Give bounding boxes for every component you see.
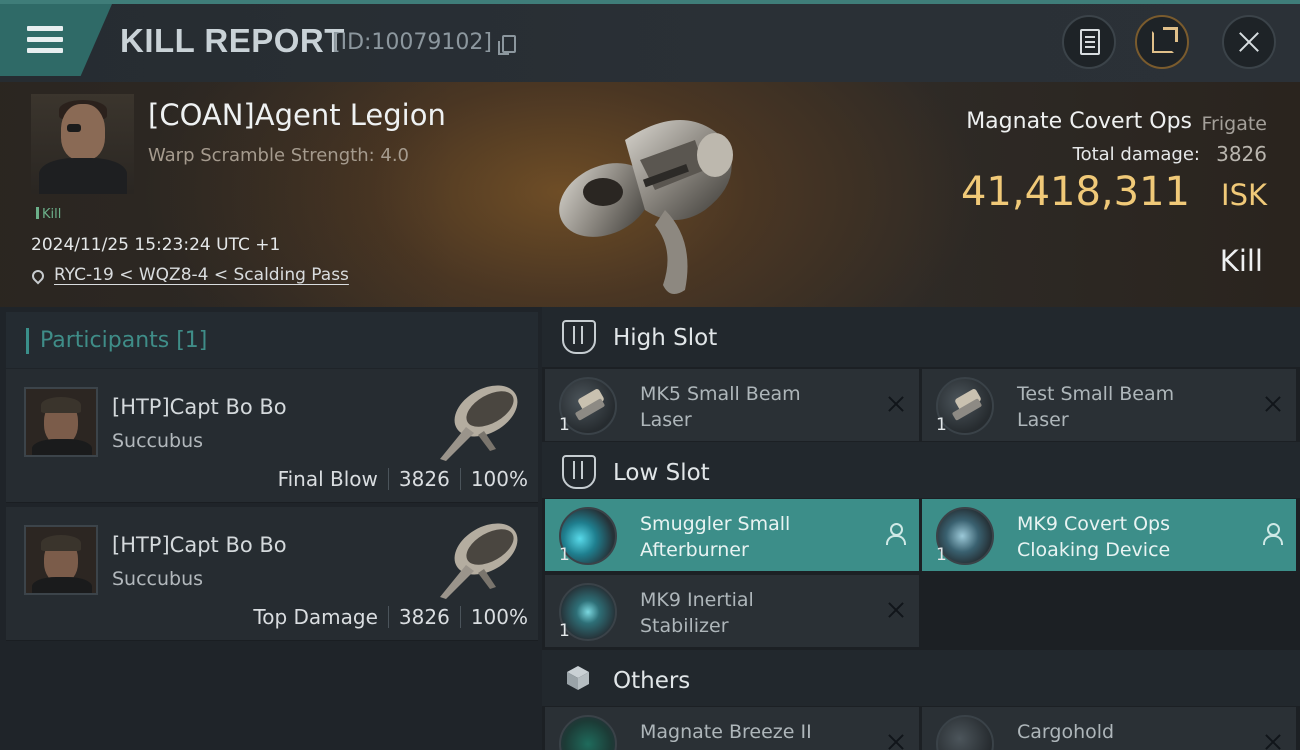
menu-icon-bar — [27, 37, 63, 42]
ship-skin-icon — [559, 715, 617, 750]
isk-unit: ISK — [1221, 178, 1267, 212]
participant-role: Final Blow — [277, 467, 378, 491]
location-pin-icon — [29, 267, 47, 285]
high-slot-label: High Slot — [613, 325, 718, 351]
kill-tag: Kill — [36, 207, 61, 222]
participant-ship-image[interactable] — [426, 513, 536, 607]
participant-role: Top Damage — [253, 605, 378, 629]
others-header: Others — [542, 650, 1300, 706]
participant-damage: 3826 — [398, 605, 450, 629]
header-accent — [26, 328, 29, 354]
cube-icon — [567, 666, 589, 690]
module-item[interactable]: 1 Smuggler Small Afterburner — [545, 499, 919, 571]
module-item[interactable]: Magnate Breeze II — [545, 707, 919, 750]
ship-class: Frigate — [1201, 113, 1267, 135]
close-icon — [1224, 17, 1274, 67]
victim-name[interactable]: [COAN]Agent Legion — [148, 98, 446, 132]
others-label: Others — [613, 668, 691, 694]
high-slot-icon — [562, 320, 596, 354]
total-damage-label: Total damage: — [1072, 144, 1200, 165]
victim-summary: [COAN]Agent Legion Warp Scramble Strengt… — [0, 82, 1300, 307]
destroyed-icon — [887, 601, 905, 619]
participant-card[interactable]: [HTP]Capt Bo Bo Succubus Top Damage 3826 1… — [6, 507, 538, 641]
participant-card[interactable]: [HTP]Capt Bo Bo Succubus Final Blow 3826 1… — [6, 369, 538, 503]
participants-panel: Participants [1] [HTP]Capt Bo Bo Succubu… — [0, 307, 542, 750]
report-id: [ID:10079102] — [332, 30, 492, 55]
ship-name: Magnate Covert Ops — [966, 109, 1192, 134]
module-item[interactable]: 1 MK5 Small Beam Laser — [545, 369, 919, 441]
total-damage-value: 3826 — [1216, 142, 1267, 166]
participant-name: [HTP]Capt Bo Bo — [112, 395, 287, 419]
module-name: MK9 Covert Ops Cloaking Device — [1017, 513, 1171, 561]
clipboard-button[interactable] — [1062, 15, 1116, 69]
module-name: MK5 Small Beam Laser — [640, 383, 801, 431]
dropped-person-icon — [885, 523, 906, 545]
module-quantity: 1 — [936, 545, 947, 565]
participants-header: Participants [1] — [6, 312, 538, 368]
kill-location[interactable]: RYC-19 < WQZ8-4 < Scalding Pass — [29, 265, 349, 285]
share-button[interactable] — [1135, 15, 1189, 69]
participants-title: Participants [1] — [40, 328, 208, 353]
destroyed-icon — [1264, 395, 1282, 413]
copy-icon[interactable] — [498, 35, 516, 55]
low-slot-header: Low Slot — [542, 442, 1300, 498]
dropped-person-icon — [1262, 523, 1283, 545]
module-name: Magnate Breeze II — [640, 721, 812, 743]
fitting-panel: High Slot 1 MK5 Small Beam Laser 1 Test S… — [542, 307, 1300, 750]
module-quantity: 1 — [559, 621, 570, 641]
destroyed-icon — [887, 395, 905, 413]
destroyed-icon — [887, 733, 905, 750]
module-name: Cargohold — [1017, 721, 1115, 743]
module-name: MK9 Inertial Stabilizer — [640, 589, 754, 637]
high-slot-header: High Slot — [542, 307, 1300, 367]
participant-name: [HTP]Capt Bo Bo — [112, 533, 287, 557]
participant-stats: Final Blow 3826 100% — [278, 467, 528, 491]
warp-scramble-strength: Warp Scramble Strength: 4.0 — [148, 145, 410, 166]
result-label: Kill — [1219, 244, 1263, 278]
page-title: KILL REPORT — [120, 22, 345, 59]
module-item[interactable]: 1 MK9 Covert Ops Cloaking Device — [922, 499, 1296, 571]
avatar[interactable] — [24, 525, 98, 595]
module-item[interactable]: 1 Test Small Beam Laser — [922, 369, 1296, 441]
module-item[interactable]: 1 MK9 Inertial Stabilizer — [545, 575, 919, 647]
module-name: Smuggler Small Afterburner — [640, 513, 791, 561]
location-link[interactable]: RYC-19 < WQZ8-4 < Scalding Pass — [54, 265, 349, 285]
low-slot-icon — [562, 455, 596, 489]
low-slot-label: Low Slot — [613, 460, 710, 486]
participant-ship-image[interactable] — [426, 375, 536, 469]
participant-percent: 100% — [470, 605, 528, 629]
participant-percent: 100% — [470, 467, 528, 491]
participant-ship: Succubus — [112, 568, 204, 590]
module-item[interactable]: Cargohold — [922, 707, 1296, 750]
close-button[interactable] — [1222, 15, 1276, 69]
participant-ship: Succubus — [112, 430, 204, 452]
share-icon — [1152, 27, 1178, 53]
header-bar: KILL REPORT [ID:10079102] — [0, 0, 1300, 82]
participant-stats: Top Damage 3826 100% — [253, 605, 528, 629]
module-quantity: 1 — [559, 415, 570, 435]
victim-portrait[interactable] — [31, 94, 134, 194]
menu-icon — [27, 26, 63, 31]
avatar[interactable] — [24, 387, 98, 457]
menu-icon-bar — [27, 48, 63, 53]
participant-damage: 3826 — [398, 467, 450, 491]
cargohold-icon — [936, 715, 994, 750]
isk-value: 41,418,311 — [960, 169, 1190, 215]
module-quantity: 1 — [936, 415, 947, 435]
ship-image[interactable] — [545, 100, 755, 300]
module-name: Test Small Beam Laser — [1017, 383, 1175, 431]
clipboard-icon — [1080, 29, 1100, 55]
destroyed-icon — [1264, 733, 1282, 750]
menu-button[interactable] — [0, 4, 112, 76]
kill-datetime: 2024/11/25 15:23:24 UTC +1 — [31, 235, 281, 255]
module-quantity: 1 — [559, 545, 570, 565]
